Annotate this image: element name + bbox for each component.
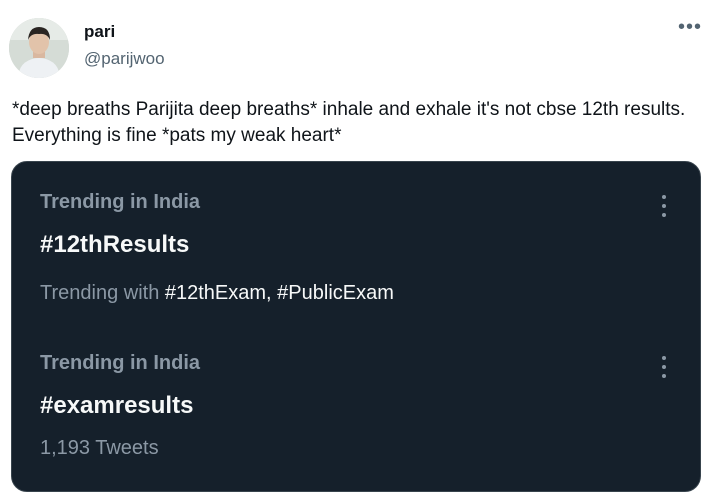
- trend-hashtag[interactable]: #12thResults: [40, 231, 189, 259]
- trend-hashtag[interactable]: #examresults: [40, 392, 193, 420]
- trending-with-label: Trending with: [40, 282, 165, 304]
- more-horizontal-icon: •••: [678, 16, 703, 38]
- more-vertical-icon[interactable]: [656, 193, 672, 219]
- tweet: pari @parijwoo ••• *deep breaths Parijit…: [0, 0, 718, 499]
- more-vertical-icon[interactable]: [656, 354, 672, 380]
- trend-context: Trending in India: [40, 191, 200, 213]
- related-hashtags[interactable]: #12thExam, #PublicExam: [165, 282, 394, 304]
- more-options-icon[interactable]: •••: [678, 17, 702, 42]
- trend-subtitle: Trending with #12thExam, #PublicExam: [40, 282, 394, 305]
- display-name[interactable]: pari: [84, 22, 115, 42]
- trend-context: Trending in India: [40, 352, 200, 374]
- avatar[interactable]: [9, 18, 69, 78]
- tweet-text: *deep breaths Parijita deep breaths* inh…: [12, 99, 686, 146]
- user-handle[interactable]: @parijwoo: [84, 49, 165, 69]
- tweet-count: 1,193 Tweets: [40, 437, 159, 459]
- embedded-trends-card[interactable]: Trending in India #12thResults Trending …: [11, 161, 701, 492]
